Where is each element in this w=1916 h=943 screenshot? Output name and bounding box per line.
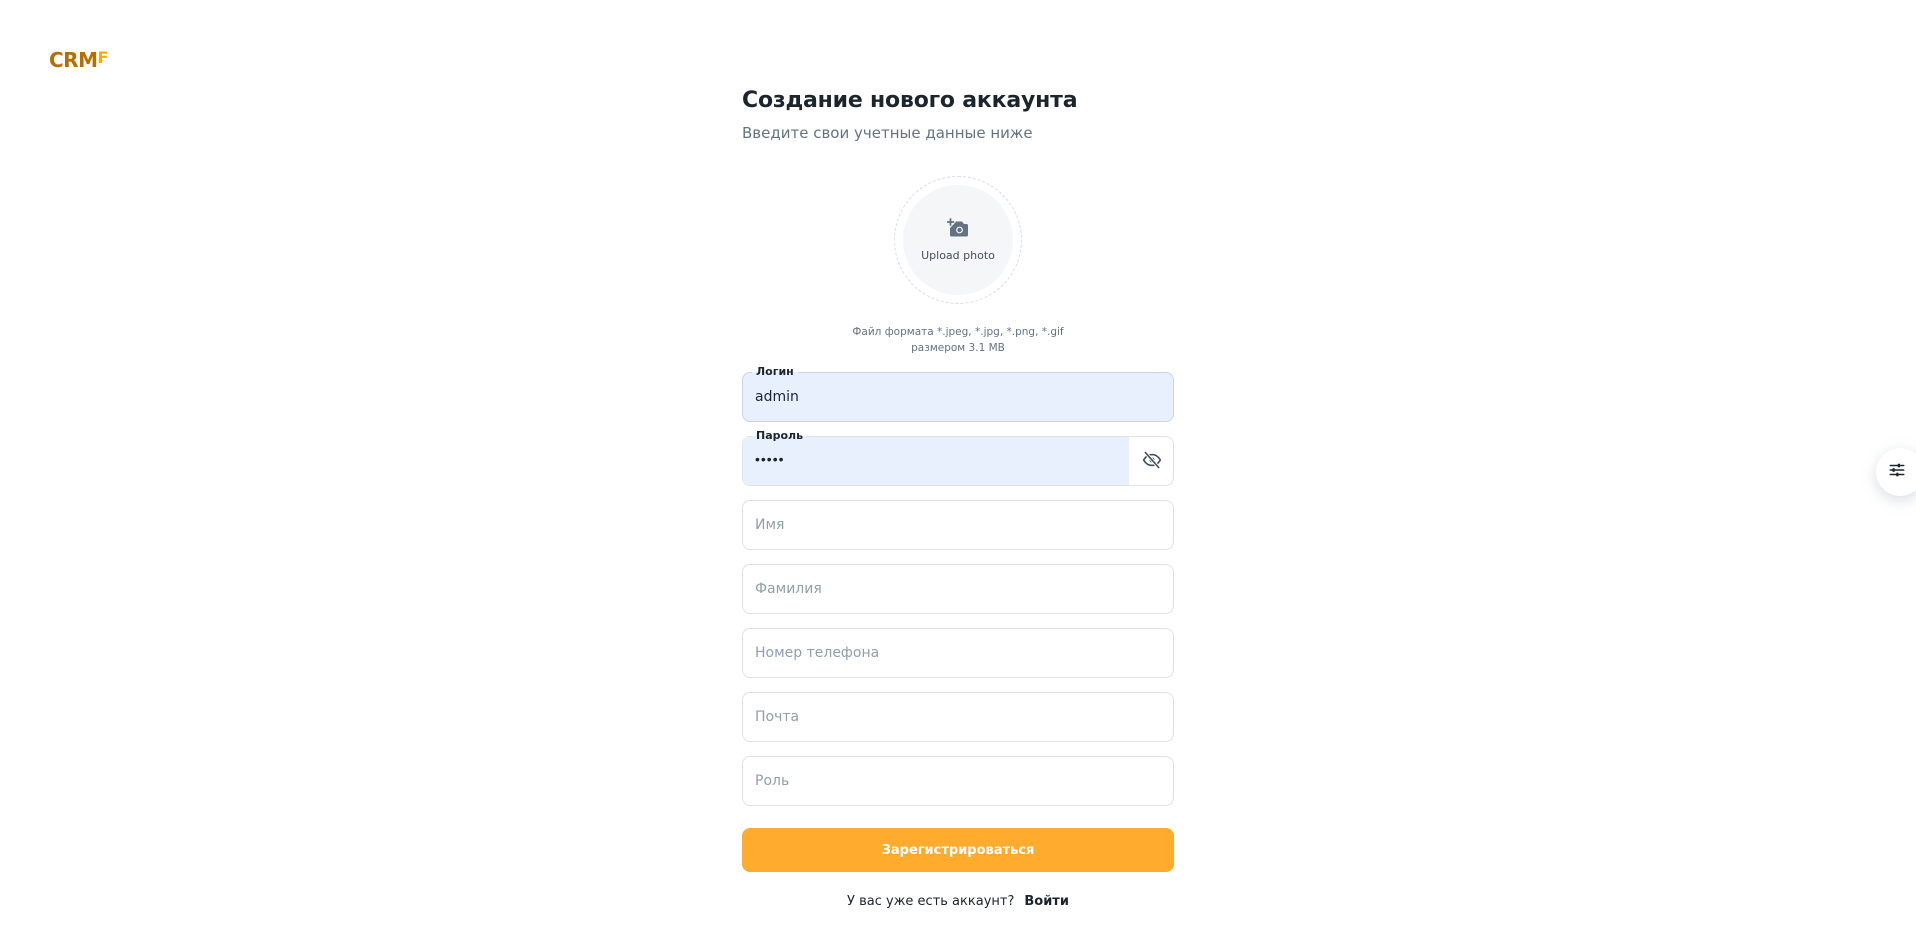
upload-photo-dropzone[interactable]: Upload photo: [894, 176, 1022, 304]
eye-off-icon: [1142, 450, 1162, 475]
upload-photo-placeholder: Upload photo: [903, 185, 1013, 295]
login-input[interactable]: [743, 373, 1173, 421]
last-name-field: [742, 564, 1174, 614]
first-name-input[interactable]: [743, 501, 1173, 549]
signin-prompt-text: У вас уже есть аккаунт?: [847, 894, 1015, 909]
phone-input[interactable]: [743, 629, 1173, 677]
upload-helper-text: Файл формата *.jpeg, *.jpg, *.png, *.gif…: [742, 324, 1174, 356]
email-field: [742, 692, 1174, 742]
email-input[interactable]: [743, 693, 1173, 741]
signin-link[interactable]: Войти: [1024, 894, 1069, 909]
upload-helper-formats: Файл формата *.jpeg, *.jpg, *.png, *.gif: [852, 326, 1064, 338]
register-form: Создание нового аккаунта Введите свои уч…: [742, 86, 1174, 909]
logo-text: CRM: [49, 48, 98, 72]
toggle-password-visibility-button[interactable]: [1139, 449, 1165, 475]
logo[interactable]: CRM ₣: [49, 47, 108, 73]
role-input[interactable]: [743, 757, 1173, 805]
logo-accent: ₣: [96, 47, 108, 67]
register-button[interactable]: Зарегистрироваться: [742, 828, 1174, 872]
camera-add-icon: [946, 218, 969, 243]
login-field: Логин: [742, 365, 1174, 422]
last-name-input[interactable]: [743, 565, 1173, 613]
settings-button[interactable]: [1876, 448, 1916, 496]
password-input[interactable]: [743, 437, 1129, 485]
phone-field: [742, 628, 1174, 678]
upload-helper-size: размером 3.1 MB: [911, 342, 1005, 354]
password-field: Пароль •••••: [742, 429, 1174, 486]
page-subtitle: Введите свои учетные данные ниже: [742, 124, 1033, 142]
first-name-field: [742, 500, 1174, 550]
page-title: Создание нового аккаунта: [742, 88, 1078, 113]
upload-photo-label: Upload photo: [921, 249, 995, 262]
role-field: [742, 756, 1174, 806]
signin-prompt: У вас уже есть аккаунт? Войти: [742, 894, 1174, 909]
settings-sliders-icon: [1888, 461, 1906, 484]
